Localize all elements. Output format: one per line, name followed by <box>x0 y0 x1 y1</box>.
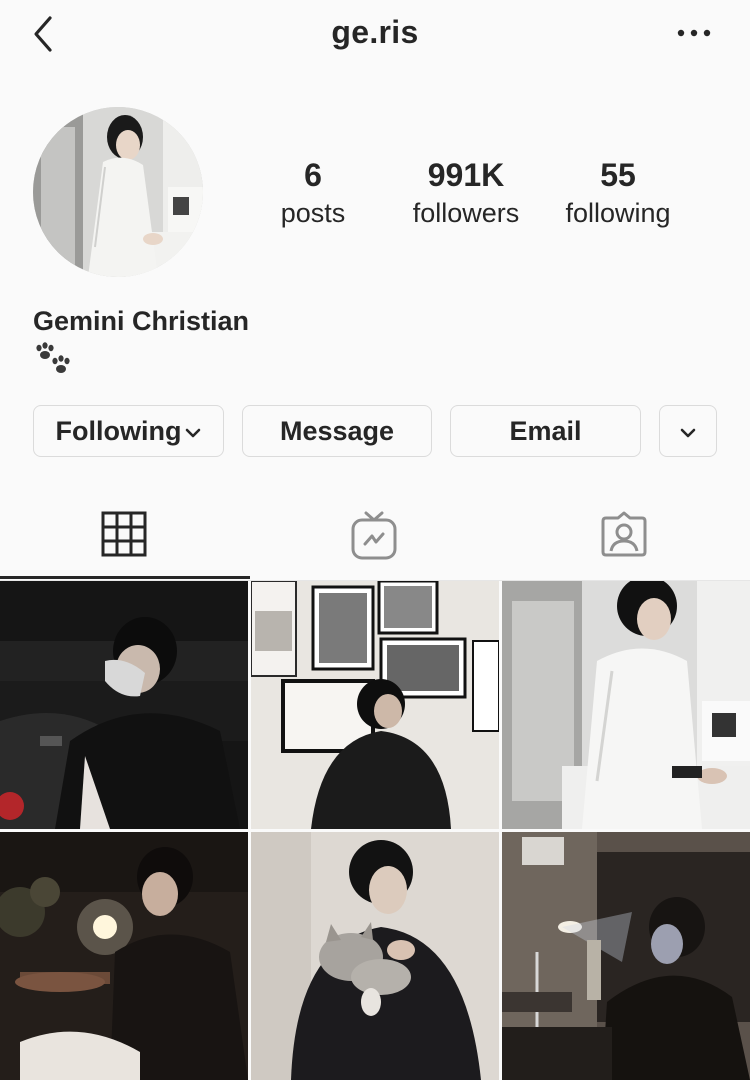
stat-followers[interactable]: 991K followers <box>381 155 551 231</box>
photo-gallery-wall <box>251 581 499 829</box>
photo-bar-candle <box>0 832 248 1080</box>
more-horizontal-icon <box>677 29 711 37</box>
post-thumbnail[interactable] <box>0 832 248 1080</box>
email-button-label: Email <box>509 416 582 446</box>
photo-lamp-room <box>502 832 750 1080</box>
stat-following-label: following <box>565 198 671 228</box>
following-button-label: Following <box>55 416 182 446</box>
stat-followers-count: 991K <box>427 157 505 193</box>
suggested-accounts-button[interactable] <box>659 405 717 457</box>
top-bar: ge.ris <box>0 0 750 68</box>
photo-cinema-mask <box>0 581 248 829</box>
more-options-button[interactable] <box>676 22 712 44</box>
profile-username-title: ge.ris <box>331 14 419 50</box>
posts-grid <box>0 581 750 1080</box>
stat-posts-label: posts <box>280 198 346 228</box>
post-thumbnail[interactable] <box>502 832 750 1080</box>
photo-cat-hold <box>251 832 499 1080</box>
message-button-label: Message <box>279 416 395 446</box>
stat-followers-label: followers <box>412 198 520 228</box>
igtv-icon <box>351 511 397 560</box>
stat-following-count: 55 <box>600 157 636 193</box>
tab-igtv[interactable] <box>250 490 500 578</box>
stat-following[interactable]: 55 following <box>533 155 703 231</box>
stat-posts[interactable]: 6 posts <box>228 155 398 231</box>
profile-stats: 6 posts 991K followers 55 following <box>0 155 750 235</box>
post-thumbnail[interactable] <box>251 832 499 1080</box>
grid-icon <box>101 511 147 557</box>
chevron-down-icon <box>186 428 201 438</box>
tagged-user-icon <box>601 511 647 557</box>
post-thumbnail[interactable] <box>251 581 499 829</box>
profile-display-name: Gemini Christian <box>33 306 250 336</box>
stat-posts-count: 6 <box>304 157 322 193</box>
message-button[interactable]: Message <box>242 405 432 457</box>
photo-kitchen-white-shirt <box>502 581 750 829</box>
tab-posts-grid[interactable] <box>0 490 250 579</box>
paw-prints-icon <box>36 342 70 373</box>
post-thumbnail[interactable] <box>0 581 248 829</box>
email-button[interactable]: Email <box>450 405 641 457</box>
profile-tabs <box>0 490 750 581</box>
bio <box>33 342 73 378</box>
tab-tagged[interactable] <box>500 490 750 578</box>
chevron-down-icon <box>680 428 696 438</box>
post-thumbnail[interactable] <box>502 581 750 829</box>
following-button[interactable]: Following <box>33 405 224 457</box>
